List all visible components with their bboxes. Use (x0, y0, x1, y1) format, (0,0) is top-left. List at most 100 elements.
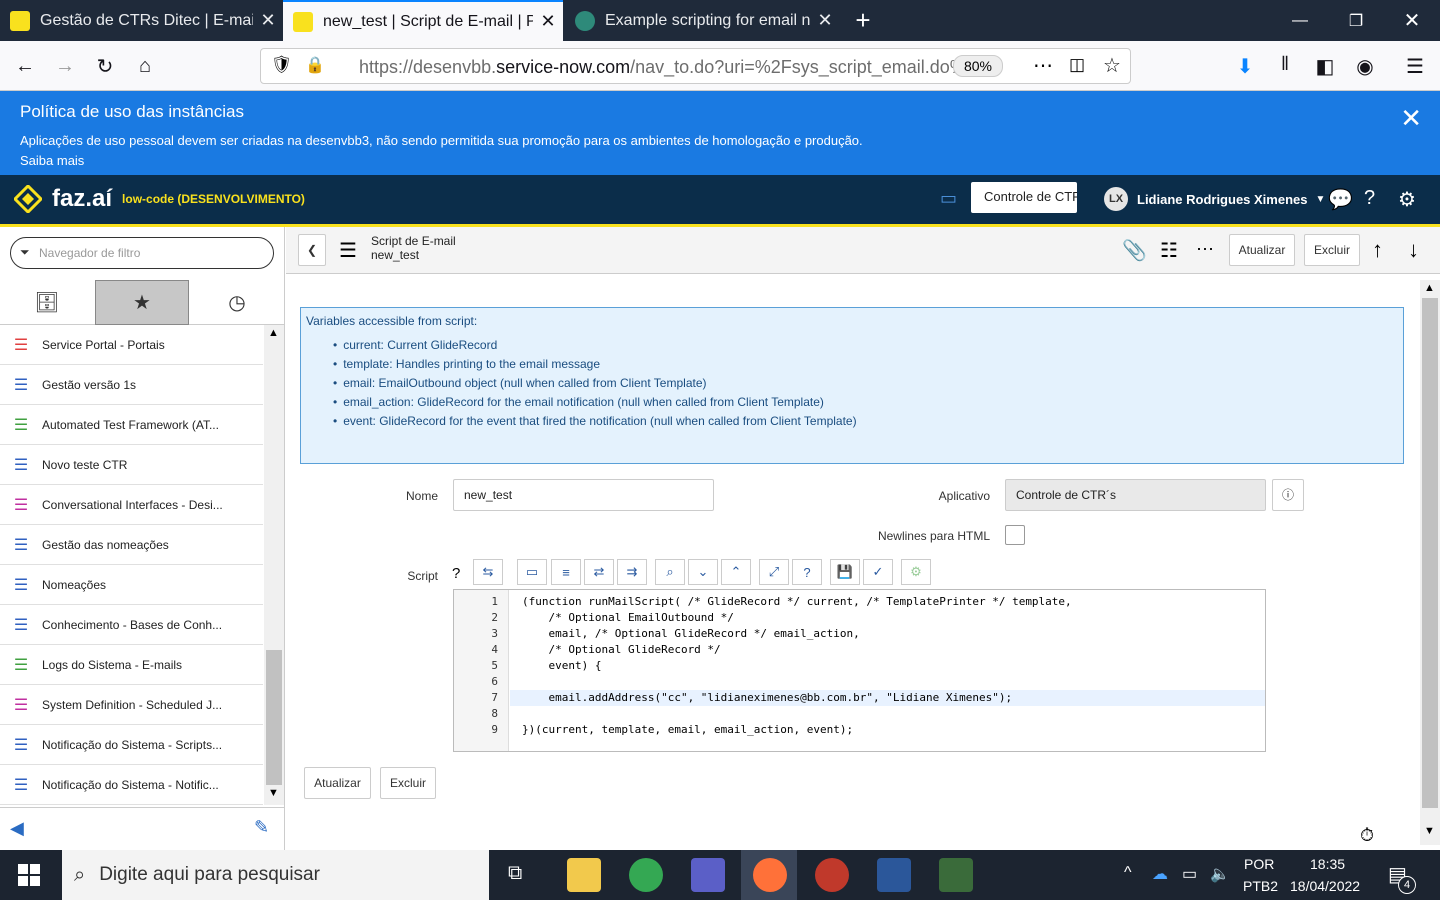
banner-link[interactable]: Saiba mais (20, 153, 84, 168)
window-close-icon[interactable]: ✕ (1384, 0, 1440, 41)
banner-close-icon[interactable]: ✕ (1400, 103, 1422, 134)
keyboard-layout[interactable]: PTB2 (1243, 878, 1278, 894)
application-info-button[interactable]: ⓘ (1272, 479, 1304, 511)
more-actions-icon[interactable]: ⋯ (1033, 53, 1053, 78)
shield-icon[interactable]: 🛡 (271, 55, 293, 75)
sidebar-item[interactable]: ☰ Notificação do Sistema - Scripts... (0, 725, 263, 765)
script-debugger-icon[interactable]: ⇆ (473, 559, 503, 585)
pocket-icon[interactable]: ◫ (1069, 55, 1085, 75)
scroll-up-icon[interactable]: ▲ (1424, 282, 1435, 294)
update-button-header[interactable]: Atualizar (1229, 234, 1295, 266)
sidebar-item[interactable]: ☰ Automated Test Framework (AT... (0, 405, 263, 445)
connect-chat-icon[interactable]: 💬 (1328, 187, 1353, 212)
toggle-comment-icon[interactable]: ▭ (517, 559, 547, 585)
personalize-icon[interactable]: ☷ (1160, 238, 1178, 263)
replace-icon[interactable]: ⇄ (584, 559, 614, 585)
more-options-icon[interactable]: ⋯ (1196, 239, 1214, 260)
bookmark-star-icon[interactable]: ☆ (1103, 53, 1121, 78)
scroll-down-icon[interactable]: ▼ (1424, 825, 1435, 837)
close-tab-icon[interactable]: ✕ (810, 10, 840, 31)
browser-tab-3[interactable]: Example scripting for email notifi ✕ (565, 0, 840, 41)
url-bar[interactable]: 🛡 🔒 https://desenvbb.service-now.com/nav… (260, 48, 1131, 84)
close-tab-icon[interactable]: ✕ (533, 11, 563, 32)
next-record-icon[interactable]: ↓ (1408, 237, 1419, 263)
clock-time[interactable]: 18:35 (1310, 856, 1345, 872)
language-code[interactable]: POR (1244, 856, 1274, 872)
search-icon[interactable]: ⌕ (655, 559, 685, 585)
delete-button[interactable]: Excluir (380, 767, 436, 799)
taskbar-search[interactable]: ⌕ Digite aqui para pesquisar (62, 850, 489, 900)
battery-icon[interactable]: ▭ (1182, 864, 1197, 884)
sidebar-item[interactable]: ☰ System Definition - Scheduled J... (0, 685, 263, 725)
user-menu[interactable]: LX Lidiane Rodrigues Ximenes ▼ (1104, 187, 1325, 211)
sidebar-toggle-icon[interactable]: ◧ (1310, 52, 1340, 80)
download-icon[interactable]: ⬇ (1230, 52, 1260, 80)
newlines-checkbox[interactable] (1005, 525, 1025, 545)
logo[interactable]: faz.aí low-code (DESENVOLVIMENTO) (14, 185, 305, 213)
lock-icon[interactable]: 🔒 (305, 55, 325, 75)
collapse-navigator-icon[interactable]: ◀ (10, 818, 24, 839)
tray-expand-icon[interactable]: ^ (1124, 864, 1132, 882)
volume-icon[interactable]: 🔈 (1210, 864, 1230, 884)
scroll-thumb[interactable] (1422, 298, 1438, 808)
replace-all-icon[interactable]: ⇉ (617, 559, 647, 585)
tab-history[interactable]: ◷ (190, 280, 284, 325)
editor-help-icon[interactable]: ? (792, 559, 822, 585)
account-icon[interactable]: ◉ (1350, 52, 1380, 80)
home-icon[interactable]: ⌂ (130, 52, 160, 80)
fullscreen-icon[interactable]: ⤢ (759, 559, 789, 585)
sidebar-item[interactable]: ☰ Conversational Interfaces - Desi... (0, 485, 263, 525)
help-icon[interactable]: ? (452, 565, 460, 582)
back-icon[interactable]: ← (10, 52, 40, 80)
forward-icon[interactable]: → (50, 52, 80, 80)
library-icon[interactable]: 𝍪 (1270, 52, 1300, 80)
file-explorer-icon[interactable] (567, 858, 601, 892)
tab-favorites[interactable]: ★ (95, 280, 189, 325)
sidebar-item[interactable]: ☰ Notificação do Sistema - Notific... (0, 765, 263, 805)
update-button[interactable]: Atualizar (304, 767, 371, 799)
clock-date[interactable]: 18/04/2022 (1290, 878, 1360, 894)
firefox-icon[interactable] (753, 858, 787, 892)
name-input[interactable]: new_test (453, 479, 714, 511)
back-button[interactable]: ❮ (298, 234, 326, 266)
snipping-tool-icon[interactable] (815, 858, 849, 892)
browser-tab-1[interactable]: Gestão de CTRs Ditec | E-mail | S ✕ (0, 0, 283, 41)
find-previous-icon[interactable]: ⌃ (721, 559, 751, 585)
windows-start-icon[interactable] (18, 864, 40, 886)
format-code-icon[interactable]: ≡ (551, 559, 581, 585)
chrome-icon[interactable] (629, 858, 663, 892)
zoom-indicator[interactable]: 80% (953, 55, 1003, 77)
find-next-icon[interactable]: ⌄ (688, 559, 718, 585)
word-icon[interactable] (877, 858, 911, 892)
help-icon[interactable]: ? (1364, 187, 1375, 210)
sidebar-item[interactable]: ☰ Gestão versão 1s (0, 365, 263, 405)
new-tab-icon[interactable]: + (840, 0, 886, 41)
browser-tab-2[interactable]: new_test | Script de E-mail | Plat ✕ (283, 0, 563, 41)
context-menu-icon[interactable]: ☰ (339, 238, 357, 263)
sidebar-item[interactable]: ☰ Gestão das nomeações (0, 525, 263, 565)
sidebar-item[interactable]: ☰ Nomeações (0, 565, 263, 605)
onedrive-icon[interactable]: ☁ (1152, 864, 1168, 884)
task-view-icon[interactable]: ⧉ (508, 862, 522, 885)
sidebar-item[interactable]: ☰ Logs do Sistema - E-mails (0, 645, 263, 685)
close-tab-icon[interactable]: ✕ (253, 10, 283, 31)
sidebar-item[interactable]: ☰ Novo teste CTR (0, 445, 263, 485)
menu-icon[interactable]: ☰ (1400, 52, 1430, 80)
previous-record-icon[interactable]: ↑ (1372, 237, 1383, 263)
scroll-down-icon[interactable]: ▼ (268, 787, 279, 799)
minimize-icon[interactable]: — (1272, 0, 1328, 41)
application-selector[interactable]: Controle de CTR´s (971, 182, 1077, 213)
tab-all-apps[interactable]: 🗄 (0, 280, 94, 325)
check-syntax-icon[interactable]: ✓ (863, 559, 893, 585)
sidebar-scrollbar[interactable]: ▲ ▼ (264, 325, 284, 805)
gear-icon[interactable]: ⚙ (1398, 187, 1416, 212)
terminal-icon[interactable] (939, 858, 973, 892)
save-icon[interactable]: 💾 (830, 559, 860, 585)
attachment-icon[interactable]: 📎 (1122, 238, 1147, 263)
main-scrollbar[interactable]: ▲ ▼ (1420, 280, 1440, 845)
timer-icon[interactable]: ⏱ (1360, 825, 1374, 846)
filter-navigator-input[interactable]: ⏷ Navegador de filtro (10, 237, 274, 269)
teams-icon[interactable] (691, 858, 725, 892)
sidebar-item[interactable]: ☰ Conhecimento - Bases de Conh... (0, 605, 263, 645)
reload-icon[interactable]: ↻ (90, 52, 120, 80)
